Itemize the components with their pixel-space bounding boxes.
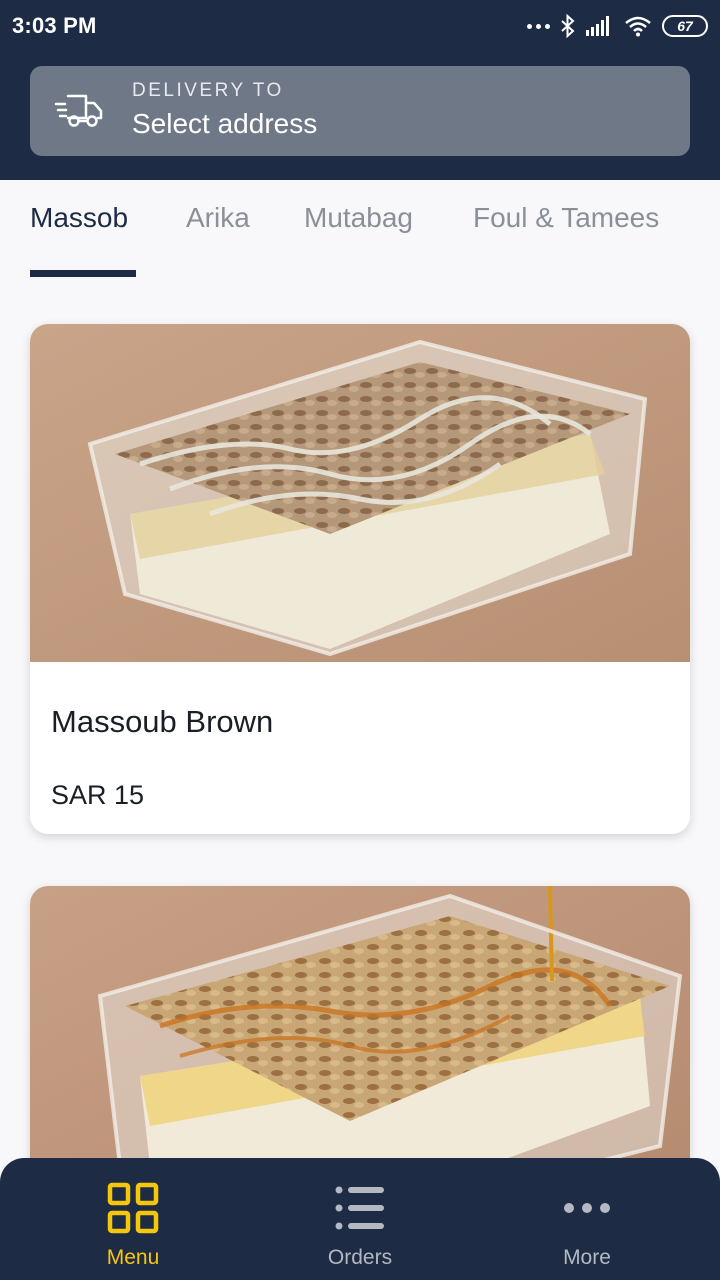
nav-menu[interactable]: Menu [13, 1158, 253, 1280]
product-name: Massoub Brown [51, 704, 274, 739]
battery-indicator: 67 [662, 15, 708, 37]
bottom-navigation: Menu Orders More [0, 1158, 720, 1280]
nav-orders[interactable]: Orders [240, 1158, 480, 1280]
product-card[interactable]: Massoub Brown SAR 15 [30, 324, 690, 834]
tab-arika[interactable]: Arika [186, 202, 250, 234]
more-dots-icon [564, 1203, 610, 1213]
nav-orders-label: Orders [327, 1246, 393, 1269]
nav-more[interactable]: More [467, 1158, 707, 1280]
nav-menu-label: Menu [106, 1246, 160, 1269]
status-icons: 67 [527, 14, 708, 38]
nav-more-label: More [563, 1246, 611, 1269]
app-header: 3:03 PM 67 DELIVERY TO Select address [0, 0, 720, 180]
status-bar: 3:03 PM 67 [0, 0, 720, 52]
grid-icon [107, 1182, 159, 1234]
status-time: 3:03 PM [12, 13, 97, 38]
notification-dots-icon [527, 23, 550, 29]
tab-massob[interactable]: Massob [30, 202, 128, 234]
wifi-icon [625, 16, 651, 37]
delivery-label: DELIVERY TO [132, 80, 284, 101]
selected-address: Select address [132, 108, 318, 139]
delivery-truck-icon [54, 94, 103, 127]
category-tabs: Massob Arika Mutabag Foul & Tamees [0, 180, 720, 280]
delivery-address-selector[interactable]: DELIVERY TO Select address [30, 66, 690, 156]
tab-mutabag[interactable]: Mutabag [304, 202, 413, 234]
list-icon [335, 1186, 384, 1230]
product-price: SAR 15 [51, 780, 145, 810]
tab-foul-tamees[interactable]: Foul & Tamees [473, 202, 659, 234]
product-image [30, 324, 690, 662]
bluetooth-icon [561, 14, 575, 38]
active-tab-indicator [30, 270, 136, 277]
signal-icon [586, 16, 609, 36]
